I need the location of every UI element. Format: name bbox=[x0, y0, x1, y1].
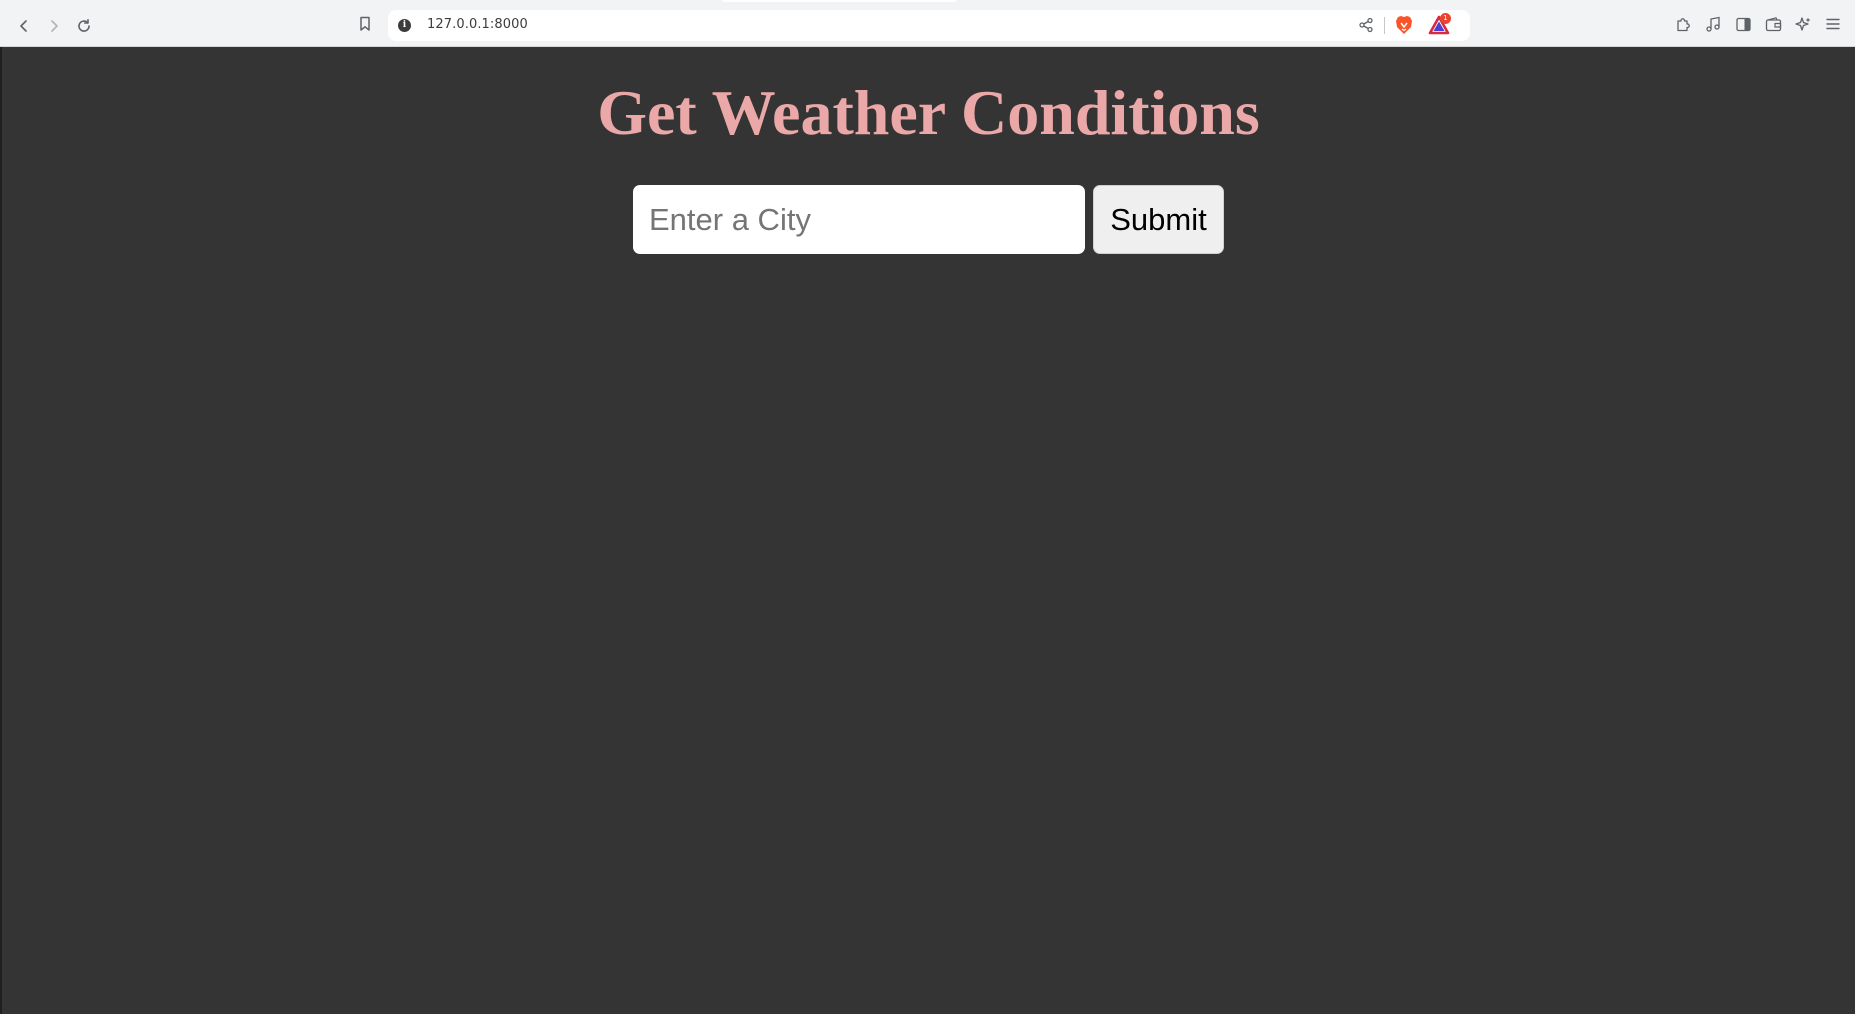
info-icon[interactable]: i bbox=[398, 19, 411, 32]
url-divider bbox=[1384, 17, 1385, 34]
puzzle-icon[interactable] bbox=[1675, 16, 1692, 33]
sparkle-icon[interactable] bbox=[1795, 16, 1812, 33]
hamburger-icon[interactable] bbox=[1825, 16, 1841, 32]
chevron-left-icon bbox=[20, 20, 27, 32]
chevron-right-icon bbox=[51, 20, 58, 32]
url-text[interactable]: 127.0.0.1:8000 bbox=[427, 17, 528, 32]
brave-lion-icon[interactable] bbox=[1395, 15, 1413, 35]
music-note-icon[interactable] bbox=[1705, 16, 1721, 33]
back-button[interactable] bbox=[10, 12, 38, 40]
city-input[interactable] bbox=[633, 185, 1085, 254]
browser-toolbar: i 127.0.0.1:8000 1 bbox=[0, 0, 1855, 47]
address-bar[interactable]: i 127.0.0.1:8000 1 bbox=[388, 10, 1470, 41]
bookmark-icon[interactable] bbox=[358, 16, 372, 32]
weather-page: Get Weather Conditions Submit bbox=[2, 47, 1855, 1014]
rewards-badge: 1 bbox=[1440, 13, 1451, 24]
reload-button[interactable] bbox=[70, 12, 98, 40]
active-tab-indicator bbox=[722, 0, 956, 2]
forward-button[interactable] bbox=[40, 12, 68, 40]
submit-button[interactable]: Submit bbox=[1093, 185, 1224, 254]
share-icon[interactable] bbox=[1358, 17, 1374, 33]
reload-icon bbox=[78, 19, 90, 32]
wallet-icon[interactable] bbox=[1765, 16, 1782, 33]
sidebar-icon[interactable] bbox=[1735, 16, 1752, 33]
page-title: Get Weather Conditions bbox=[597, 77, 1260, 148]
